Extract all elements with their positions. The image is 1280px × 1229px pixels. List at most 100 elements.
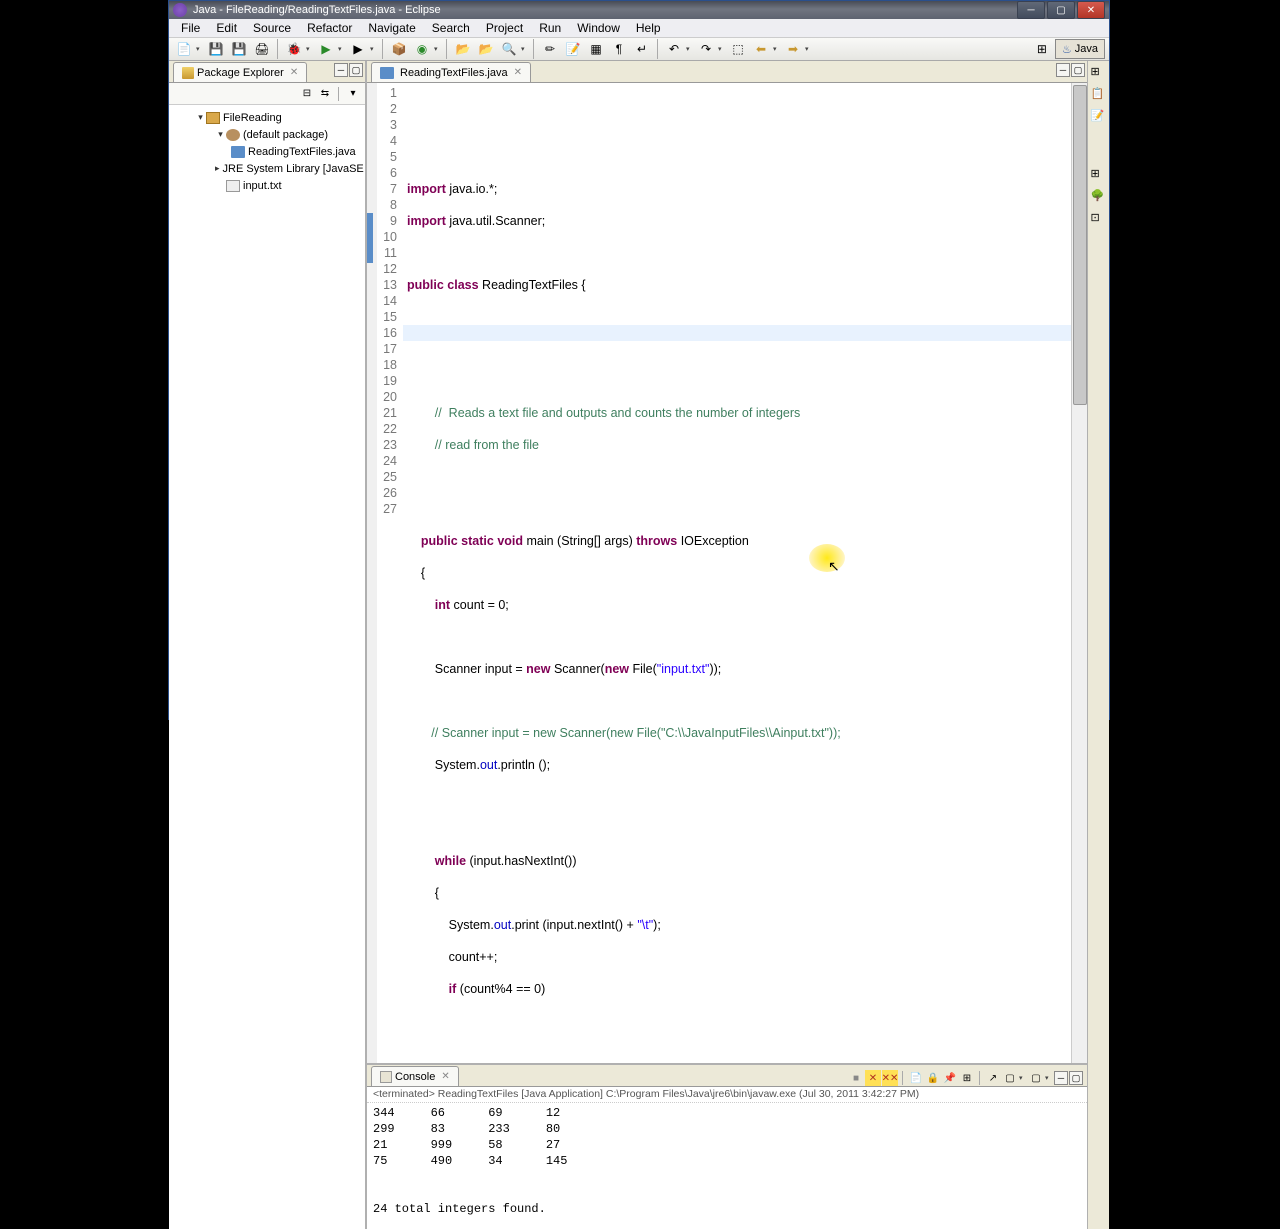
expand-icon[interactable]: ▸	[215, 163, 220, 174]
display-selected-button[interactable]: ⊞	[959, 1070, 975, 1086]
marker-gutter	[367, 83, 377, 1063]
last-edit-button[interactable]: ↶	[663, 38, 685, 60]
outline-view-icon[interactable]: 📋	[1091, 87, 1107, 103]
restore-view-button-2[interactable]: ⊞	[1091, 167, 1107, 183]
menu-navigate[interactable]: Navigate	[360, 19, 423, 37]
console-status: <terminated> ReadingTextFiles [Java Appl…	[367, 1087, 1087, 1103]
remove-all-button[interactable]: ✕✕	[882, 1070, 898, 1086]
menu-edit[interactable]: Edit	[208, 19, 245, 37]
open-task-button[interactable]: 📂	[475, 38, 497, 60]
minimize-view-button[interactable]: ─	[334, 63, 348, 77]
outline-icon[interactable]: ⊡	[1091, 211, 1107, 227]
maximize-console-button[interactable]: ▢	[1069, 1071, 1083, 1085]
close-tab-icon[interactable]: ✕	[290, 67, 298, 78]
open-perspective-button[interactable]: ⊞	[1031, 38, 1053, 60]
next-edit-button[interactable]: ↷	[695, 38, 717, 60]
show-whitespace-button[interactable]: ¶	[608, 38, 630, 60]
pin-console-button[interactable]: 📌	[942, 1070, 958, 1086]
window-title: Java - FileReading/ReadingTextFiles.java…	[193, 4, 1017, 16]
tree-package[interactable]: ▾ (default package)	[171, 126, 363, 143]
menu-run[interactable]: Run	[531, 19, 569, 37]
print-button[interactable]: 🖨	[251, 38, 273, 60]
back-button[interactable]: ⬅	[750, 38, 772, 60]
open-type-button[interactable]: 📂	[452, 38, 474, 60]
save-button[interactable]: 💾	[205, 38, 227, 60]
close-tab-icon[interactable]: ✕	[514, 67, 522, 78]
project-tree[interactable]: ▾ FileReading ▾ (default package) Readin…	[169, 105, 365, 1229]
back-history-button[interactable]: ⬚	[727, 38, 749, 60]
new-console-button[interactable]: ▢	[1002, 1070, 1018, 1086]
java-file-icon	[380, 67, 394, 79]
new-package-button[interactable]: 📦	[388, 38, 410, 60]
workspace: Package Explorer ✕ ─ ▢ ⊟ ⇆ ▾ ▾ FileReadi…	[169, 61, 1109, 1229]
package-icon	[226, 129, 240, 141]
menu-project[interactable]: Project	[478, 19, 531, 37]
package-explorer-tab[interactable]: Package Explorer ✕	[173, 62, 307, 82]
scroll-lock-button[interactable]: 🔒	[925, 1070, 941, 1086]
maximize-editor-button[interactable]: ▢	[1071, 63, 1085, 77]
tree-java-file[interactable]: ReadingTextFiles.java	[171, 143, 363, 160]
console-menu-button[interactable]: ▢	[1028, 1070, 1044, 1086]
menu-source[interactable]: Source	[245, 19, 299, 37]
new-button[interactable]: 📄	[173, 38, 195, 60]
java-perspective[interactable]: ♨ Java	[1055, 39, 1105, 59]
close-button[interactable]: ✕	[1077, 1, 1105, 19]
toolbar: 📄▾ 💾 💾 🖨 🐞▾ ▶▾ ▶▾ 📦 ◉▾ 📂 📂 🔍▾ ✏ 📝 ▦ ¶ ↵ …	[169, 38, 1109, 61]
task-list-icon[interactable]: 📝	[1091, 109, 1107, 125]
word-wrap-button[interactable]: ↵	[631, 38, 653, 60]
tree-txt-file[interactable]: ▸ input.txt	[171, 177, 363, 194]
terminate-button[interactable]: ■	[848, 1070, 864, 1086]
menu-search[interactable]: Search	[424, 19, 478, 37]
remove-launch-button[interactable]: ✕	[865, 1070, 881, 1086]
code-area[interactable]: import java.io.*; import java.util.Scann…	[403, 83, 1071, 1063]
right-trim-bar: ⊞ 📋 📝 ⊞ 🌳 ⊡	[1087, 61, 1109, 1229]
editor-area[interactable]: 1234567891011121314151617181920212223242…	[367, 83, 1087, 1063]
clear-console-button[interactable]: 📄	[908, 1070, 924, 1086]
expand-icon[interactable]: ▾	[215, 129, 226, 140]
editor-tab[interactable]: ReadingTextFiles.java ✕	[371, 62, 531, 82]
toggle-mark-button[interactable]: ✏	[539, 38, 561, 60]
hierarchy-view-icon[interactable]: 🌳	[1091, 189, 1107, 205]
run-last-button[interactable]: ▶	[347, 38, 369, 60]
editor-scrollbar[interactable]	[1071, 83, 1087, 1063]
titlebar: Java - FileReading/ReadingTextFiles.java…	[169, 1, 1109, 19]
minimize-button[interactable]: ─	[1017, 1, 1045, 19]
console-icon	[380, 1071, 392, 1083]
restore-view-button[interactable]: ⊞	[1091, 65, 1107, 81]
menu-refactor[interactable]: Refactor	[299, 19, 360, 37]
java-icon: ♨	[1062, 43, 1072, 56]
maximize-view-button[interactable]: ▢	[349, 63, 363, 77]
line-number-gutter: 1234567891011121314151617181920212223242…	[377, 83, 403, 1063]
editor-panel: ReadingTextFiles.java ✕ ─ ▢ 123456789101…	[367, 61, 1087, 1229]
debug-button[interactable]: 🐞	[283, 38, 305, 60]
view-menu-button[interactable]: ▾	[345, 86, 361, 102]
annotation-button[interactable]: 📝	[562, 38, 584, 60]
menubar: File Edit Source Refactor Navigate Searc…	[169, 19, 1109, 38]
search-button[interactable]: 🔍	[498, 38, 520, 60]
block-button[interactable]: ▦	[585, 38, 607, 60]
package-explorer-panel: Package Explorer ✕ ─ ▢ ⊟ ⇆ ▾ ▾ FileReadi…	[169, 61, 367, 1229]
new-class-button[interactable]: ◉	[411, 38, 433, 60]
console-output[interactable]: 344 66 69 12 299 83 233 80 21 999 58 27 …	[367, 1103, 1087, 1229]
console-tab[interactable]: Console ✕	[371, 1066, 459, 1086]
menu-file[interactable]: File	[173, 19, 208, 37]
menu-help[interactable]: Help	[628, 19, 669, 37]
minimize-editor-button[interactable]: ─	[1056, 63, 1070, 77]
tree-jre-library[interactable]: ▸ JRE System Library [JavaSE	[171, 160, 363, 177]
link-editor-button[interactable]: ⇆	[317, 86, 333, 102]
console-panel: Console ✕ ■ ✕ ✕✕ 📄 🔒 📌 ⊞ ↗ ▢▾	[367, 1063, 1087, 1229]
collapse-all-button[interactable]: ⊟	[299, 86, 315, 102]
package-explorer-icon	[182, 67, 194, 79]
tree-project[interactable]: ▾ FileReading	[171, 109, 363, 126]
run-button[interactable]: ▶	[315, 38, 337, 60]
expand-icon[interactable]: ▾	[195, 112, 206, 123]
eclipse-window: Java - FileReading/ReadingTextFiles.java…	[168, 0, 1110, 720]
save-all-button[interactable]: 💾	[228, 38, 250, 60]
menu-window[interactable]: Window	[569, 19, 628, 37]
open-console-button[interactable]: ↗	[985, 1070, 1001, 1086]
close-tab-icon[interactable]: ✕	[441, 1071, 449, 1082]
eclipse-icon	[173, 3, 187, 17]
forward-button[interactable]: ➡	[782, 38, 804, 60]
maximize-button[interactable]: ▢	[1047, 1, 1075, 19]
minimize-console-button[interactable]: ─	[1054, 1071, 1068, 1085]
